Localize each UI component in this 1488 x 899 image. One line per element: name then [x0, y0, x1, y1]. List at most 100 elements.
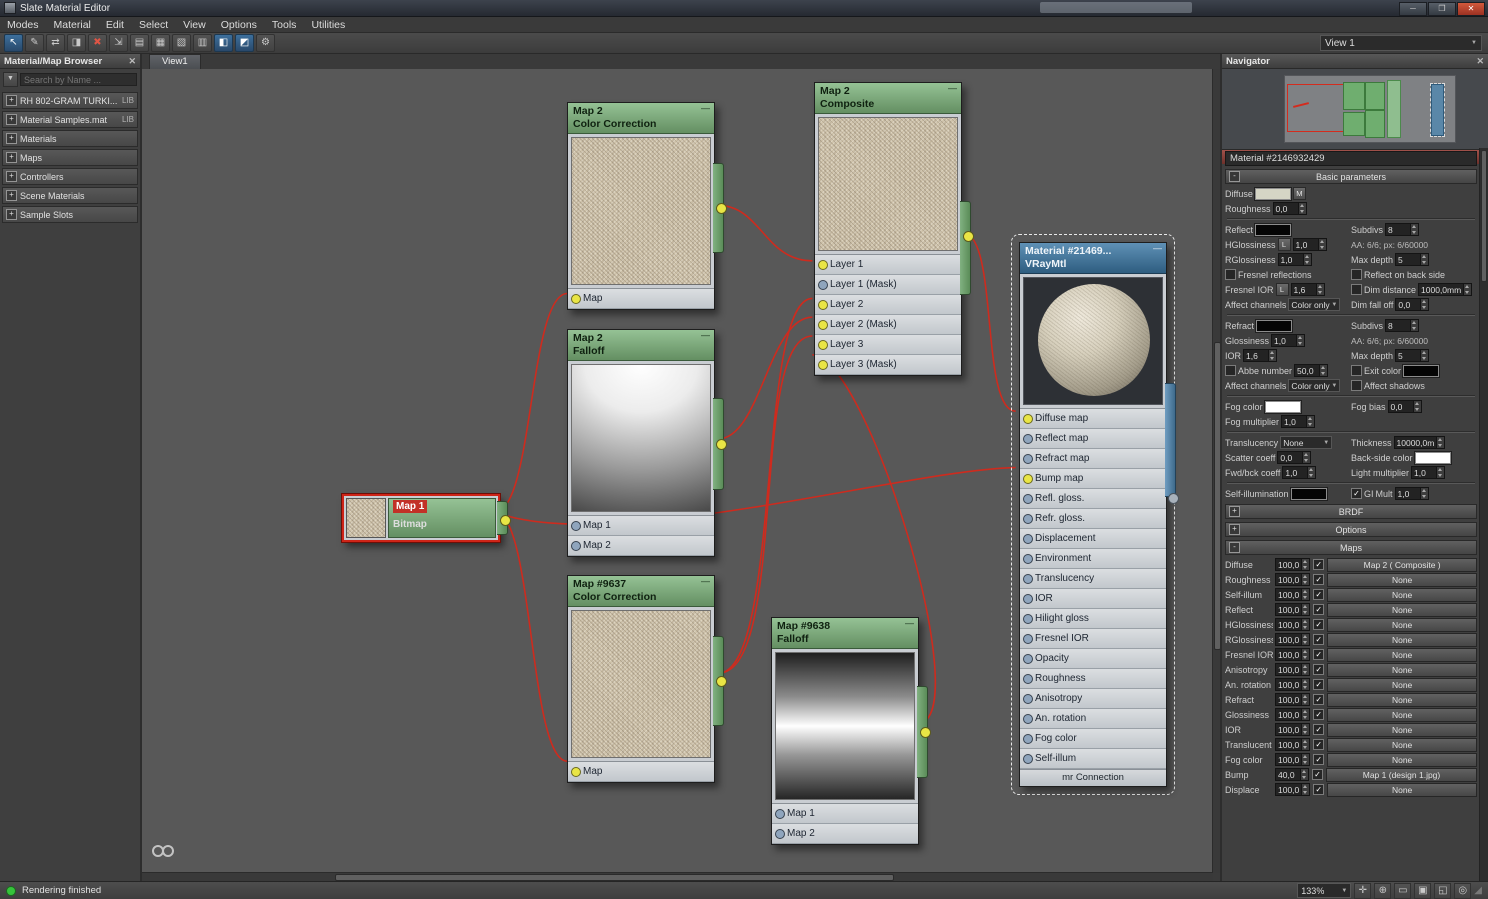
spinner-arrows[interactable]	[1301, 559, 1310, 570]
spinner-arrows[interactable]	[1268, 350, 1277, 361]
map-enable-checkbox[interactable]: ✓	[1313, 679, 1325, 690]
delete-selected-tool[interactable]: ✖	[88, 34, 107, 52]
node-slot[interactable]: Map 2	[568, 536, 714, 556]
color-swatch[interactable]	[1403, 364, 1440, 377]
spinner-arrows[interactable]	[1307, 467, 1316, 478]
map-button[interactable]: None	[1327, 737, 1477, 752]
minimize-window-button[interactable]: ─	[1399, 2, 1427, 16]
node-slot[interactable]: Anisotropy	[1020, 689, 1166, 709]
resize-grip[interactable]: ◢	[1474, 885, 1482, 896]
output-socket[interactable]	[716, 203, 727, 214]
spinner-arrows[interactable]	[1301, 589, 1310, 600]
node-slot[interactable]: Layer 3	[815, 335, 961, 355]
input-socket[interactable]	[1023, 733, 1033, 744]
value-spinner[interactable]: 1,0	[1411, 466, 1446, 479]
menu-tools[interactable]: Tools	[272, 19, 297, 31]
menu-modes[interactable]: Modes	[7, 19, 39, 31]
mini-button-l[interactable]: L	[1275, 283, 1289, 296]
collapse-icon[interactable]: -	[1229, 171, 1240, 182]
node-slot[interactable]: Map 1	[772, 804, 918, 824]
minimize-node-icon[interactable]: —	[701, 103, 710, 113]
map-button[interactable]: None	[1327, 572, 1477, 587]
spinner-arrows[interactable]	[1296, 335, 1305, 346]
value-spinner[interactable]: 0,0	[1277, 451, 1312, 464]
node-slot[interactable]: Map	[568, 289, 714, 309]
node-header[interactable]: Material #21469... VRayMtl —	[1020, 243, 1166, 274]
node-graph-canvas[interactable]: Map 2 Color Correction — Map Map 2 Compo…	[142, 69, 1213, 873]
spinner-arrows[interactable]	[1420, 254, 1429, 265]
value-spinner[interactable]: 0,0	[1395, 298, 1430, 311]
show-realistic-material-in-viewport-tool[interactable]: ◩	[235, 34, 254, 52]
expand-icon[interactable]: +	[6, 152, 17, 163]
expand-icon[interactable]: +	[6, 209, 17, 220]
node-preview-thumbnail[interactable]	[571, 364, 711, 512]
value-spinner[interactable]: 8	[1385, 223, 1420, 236]
input-socket[interactable]	[1023, 613, 1033, 624]
input-socket[interactable]	[775, 828, 785, 839]
input-socket[interactable]	[818, 259, 828, 270]
spinner-arrows[interactable]	[1301, 694, 1310, 705]
value-spinner[interactable]: 1000,0mm	[1418, 283, 1473, 296]
layout-all-tool[interactable]: ▧	[172, 34, 191, 52]
value-spinner[interactable]: 1,0	[1282, 466, 1317, 479]
color-swatch[interactable]	[1264, 400, 1301, 413]
menu-utilities[interactable]: Utilities	[311, 19, 345, 31]
color-swatch[interactable]	[1290, 487, 1327, 500]
input-socket[interactable]	[1023, 573, 1033, 584]
map-button[interactable]: None	[1327, 707, 1477, 722]
map-enable-checkbox[interactable]: ✓	[1313, 589, 1325, 600]
node-slot[interactable]: Diffuse map	[1020, 409, 1166, 429]
spinner-arrows[interactable]	[1420, 299, 1429, 310]
input-socket[interactable]	[818, 359, 828, 370]
zoom-tool[interactable]: ⊕	[1374, 882, 1392, 899]
node-map9637-color-correction[interactable]: Map #9637 Color Correction — Map	[567, 575, 727, 783]
assign-material-to-selection-tool[interactable]: ◨	[67, 34, 86, 52]
value-spinner[interactable]: 10000,0m	[1393, 436, 1446, 449]
browser-group-maps[interactable]: + Maps	[2, 149, 138, 166]
map-amount-spinner[interactable]: 100,0	[1275, 678, 1311, 691]
spinner-arrows[interactable]	[1301, 784, 1310, 795]
checkbox[interactable]	[1351, 380, 1362, 391]
hide-unused-nodeslots-tool[interactable]: ▤	[130, 34, 149, 52]
input-socket[interactable]	[1023, 713, 1033, 724]
spinner-arrows[interactable]	[1302, 452, 1311, 463]
node-vraymtl-material[interactable]: Material #21469... VRayMtl — Diffuse map…	[1019, 242, 1179, 787]
input-socket[interactable]	[818, 319, 828, 330]
map-button[interactable]: None	[1327, 722, 1477, 737]
browser-group-scene-materials[interactable]: + Scene Materials	[2, 187, 138, 204]
spinner-arrows[interactable]	[1301, 604, 1310, 615]
node-map1-bitmap-selected[interactable]: Map 1 Bitmap	[342, 494, 511, 542]
map-enable-checkbox[interactable]: ✓	[1313, 724, 1325, 735]
checkbox[interactable]	[1351, 365, 1362, 376]
parameters-scrollbar[interactable]	[1479, 148, 1488, 882]
pan-to-selected-tool[interactable]: ◎	[1454, 882, 1472, 899]
node-slot[interactable]: An. rotation	[1020, 709, 1166, 729]
spinner-arrows[interactable]	[1306, 416, 1315, 427]
node-slot[interactable]: Environment	[1020, 549, 1166, 569]
output-socket[interactable]	[716, 676, 727, 687]
map-button[interactable]: Map 1 (design 1.jpg)	[1326, 767, 1477, 782]
menu-select[interactable]: Select	[139, 19, 168, 31]
move-children-tool[interactable]: ⇲	[109, 34, 128, 52]
browser-group-rh-802-gram-turki-[interactable]: + RH 802-GRAM TURKI... LIB	[2, 92, 138, 109]
map-enable-checkbox[interactable]: ✓	[1313, 664, 1325, 675]
value-spinner[interactable]: 1,0	[1394, 487, 1429, 500]
input-socket[interactable]	[818, 299, 828, 310]
spinner-arrows[interactable]	[1301, 619, 1310, 630]
rollout-options[interactable]: Options +	[1225, 522, 1477, 537]
node-slot[interactable]: Fog color	[1020, 729, 1166, 749]
input-socket[interactable]	[571, 520, 581, 531]
node-slot[interactable]: Fresnel IOR	[1020, 629, 1166, 649]
output-socket[interactable]	[963, 231, 974, 242]
expand-icon[interactable]: +	[6, 114, 17, 125]
value-spinner[interactable]: 5	[1395, 253, 1430, 266]
node-slot[interactable]: Map	[568, 762, 714, 782]
node-slot[interactable]: Translucency	[1020, 569, 1166, 589]
map-amount-spinner[interactable]: 100,0	[1275, 723, 1311, 736]
expand-icon[interactable]: +	[6, 171, 17, 182]
spinner-arrows[interactable]	[1319, 365, 1328, 376]
pan-tool[interactable]: ✛	[1354, 882, 1372, 899]
rollout-basic-parameters[interactable]: Basic parameters -	[1225, 169, 1477, 184]
map-amount-spinner[interactable]: 100,0	[1275, 663, 1311, 676]
node-slot[interactable]: Layer 3 (Mask)	[815, 355, 961, 375]
